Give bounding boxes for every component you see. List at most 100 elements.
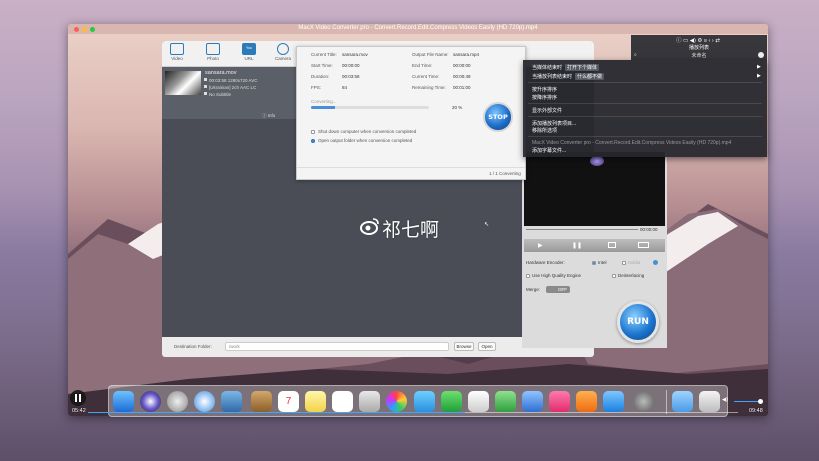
open-folder-checkbox[interactable] bbox=[311, 139, 315, 143]
menu-item-value: 什么都不做 bbox=[575, 73, 605, 80]
stop-button[interactable]: STOP bbox=[483, 102, 513, 132]
file-name: sansara.mov bbox=[205, 70, 237, 76]
intel-label: Intel bbox=[598, 260, 607, 265]
menu-item-sort-ascending[interactable]: 按升序排序 bbox=[532, 86, 557, 93]
menu-item-remove-selected[interactable]: 移除所选项 bbox=[532, 127, 557, 134]
menu-item-label: 当播放列表结束时 bbox=[532, 74, 573, 80]
search-icon[interactable]: ⌕ bbox=[634, 52, 637, 58]
launchpad-icon[interactable] bbox=[167, 391, 188, 412]
menu-item-add-subtitle[interactable]: 添加字幕文件... bbox=[532, 147, 566, 154]
preview-seek-bar[interactable] bbox=[526, 229, 638, 230]
preview-object bbox=[590, 156, 604, 166]
add-url-button[interactable]: You Tube URL bbox=[238, 43, 260, 65]
shutdown-checkbox[interactable] bbox=[311, 130, 315, 134]
url-button-label: URL bbox=[244, 56, 254, 61]
camera-button-label: Camera bbox=[274, 56, 291, 61]
duration-value: 00:03:58 bbox=[342, 74, 360, 79]
elapsed-time: 05:42 bbox=[72, 408, 86, 414]
volume-icon[interactable]: ◀) bbox=[722, 397, 728, 403]
nvidia-checkbox[interactable] bbox=[622, 261, 626, 265]
open-button[interactable]: Open bbox=[478, 342, 496, 351]
safari-icon[interactable] bbox=[194, 391, 215, 412]
open-folder-label: Open output folder when conversion compl… bbox=[318, 138, 413, 143]
menu-item-on-media-end[interactable]: 当媒体结束时 打开下个媒体 bbox=[532, 64, 600, 71]
ibooks-icon[interactable] bbox=[576, 391, 597, 412]
photos-icon[interactable] bbox=[386, 391, 407, 412]
submenu-arrow-icon: ▶ bbox=[757, 73, 761, 79]
end-time-key: End Time: bbox=[412, 63, 433, 68]
keynote-icon[interactable] bbox=[522, 391, 543, 412]
playlist-add-icon[interactable] bbox=[758, 52, 764, 58]
menu-item-show-external-files[interactable]: 显示外部文件 bbox=[532, 107, 562, 114]
menu-item-add-playlist-item[interactable]: 添加播放列表项目... bbox=[532, 120, 576, 127]
menu-item-on-playlist-end[interactable]: 当播放列表结束时 什么都不做 bbox=[532, 73, 605, 80]
volume-knob[interactable] bbox=[758, 399, 763, 404]
youtube-icon: You Tube bbox=[242, 43, 256, 59]
remaining-time-value: 00:01:00 bbox=[453, 85, 471, 90]
hardware-encoder-label: Hardware Encoder: bbox=[526, 260, 565, 265]
camera-button[interactable]: Camera bbox=[272, 43, 294, 65]
audio-stream-icon bbox=[204, 85, 207, 88]
window-titlebar: MacX Video Converter pro - Convert.Recor… bbox=[68, 24, 768, 34]
fps-key: FPS: bbox=[311, 85, 322, 90]
conversion-counter: 1 / 1 Converting bbox=[489, 171, 521, 176]
pause-button[interactable] bbox=[70, 390, 86, 406]
preview-app-icon[interactable] bbox=[359, 391, 380, 412]
video-preview bbox=[524, 152, 665, 226]
notes-icon[interactable] bbox=[305, 391, 326, 412]
output-file-value: sansara.mp4 bbox=[453, 52, 480, 57]
siri-icon[interactable] bbox=[140, 391, 161, 412]
photo-browser-icon[interactable] bbox=[221, 391, 242, 412]
photo-button-label: Photo bbox=[207, 56, 219, 61]
run-button[interactable]: RUN bbox=[617, 301, 659, 343]
playlist-title: 播放列表 bbox=[688, 45, 709, 51]
deinterlacing-checkbox[interactable] bbox=[612, 274, 616, 278]
file-video-info: 00:03:58 1280x720 AVC bbox=[209, 78, 258, 83]
high-quality-label: Use High Quality Engine bbox=[532, 273, 582, 278]
app-store-icon[interactable] bbox=[603, 391, 624, 412]
player-toolbar-icons[interactable]: ⓘ ▭ ◀) ⚙ ≡ ‹ › ⇄ bbox=[676, 36, 720, 44]
snapshot-icon[interactable] bbox=[608, 242, 616, 248]
subtitle-stream-icon bbox=[204, 92, 207, 95]
play-icon[interactable]: ▶ bbox=[538, 242, 543, 249]
menu-separator bbox=[528, 82, 762, 83]
add-photo-button[interactable]: Photo bbox=[202, 43, 224, 65]
volume-slider[interactable] bbox=[734, 401, 760, 402]
downloads-folder-icon[interactable] bbox=[672, 391, 693, 412]
file-audio-info: [Ukrainian] 2ch AAC LC bbox=[209, 85, 257, 90]
calendar-icon[interactable]: 7 bbox=[278, 391, 299, 412]
numbers-icon[interactable] bbox=[495, 391, 516, 412]
facetime-icon[interactable] bbox=[441, 391, 462, 412]
menu-item-current-file: MacX Video Converter pro - Convert.Recor… bbox=[532, 140, 732, 146]
finder-icon[interactable] bbox=[113, 391, 134, 412]
system-preferences-icon[interactable] bbox=[633, 391, 654, 412]
player-seek-bar[interactable] bbox=[88, 412, 738, 413]
start-time-key: Start Time: bbox=[311, 63, 333, 68]
pages-icon[interactable] bbox=[468, 391, 489, 412]
pause-icon[interactable]: ❚❚ bbox=[572, 242, 582, 249]
help-icon[interactable] bbox=[653, 260, 658, 265]
window-title: MacX Video Converter pro - Convert.Recor… bbox=[298, 25, 538, 31]
current-time-value: 00:00:49 bbox=[453, 74, 471, 79]
menu-item-sort-descending[interactable]: 按降序排序 bbox=[532, 94, 557, 101]
film-icon bbox=[170, 43, 184, 55]
merge-toggle[interactable]: OFF bbox=[546, 286, 570, 293]
info-button[interactable]: ⓘ Info bbox=[262, 113, 275, 119]
messages-icon[interactable] bbox=[414, 391, 435, 412]
folder-icon[interactable] bbox=[638, 242, 649, 248]
menu-separator bbox=[528, 136, 762, 137]
fps-value: 84 bbox=[342, 85, 348, 90]
add-video-button[interactable]: Video bbox=[166, 43, 188, 65]
intel-checkbox[interactable] bbox=[592, 261, 596, 265]
destination-folder-input[interactable]: /work bbox=[225, 342, 449, 351]
dock-divider bbox=[666, 390, 667, 414]
converting-status: Converting... bbox=[311, 99, 337, 104]
playlist-name: 未命名 bbox=[691, 53, 707, 59]
itunes-icon[interactable] bbox=[549, 391, 570, 412]
contacts-icon[interactable] bbox=[251, 391, 272, 412]
high-quality-checkbox[interactable] bbox=[526, 274, 530, 278]
reminders-icon[interactable] bbox=[332, 391, 353, 412]
current-title-key: Current Title: bbox=[311, 52, 337, 57]
trash-icon[interactable] bbox=[699, 391, 720, 412]
browse-button[interactable]: Browse bbox=[454, 342, 474, 351]
